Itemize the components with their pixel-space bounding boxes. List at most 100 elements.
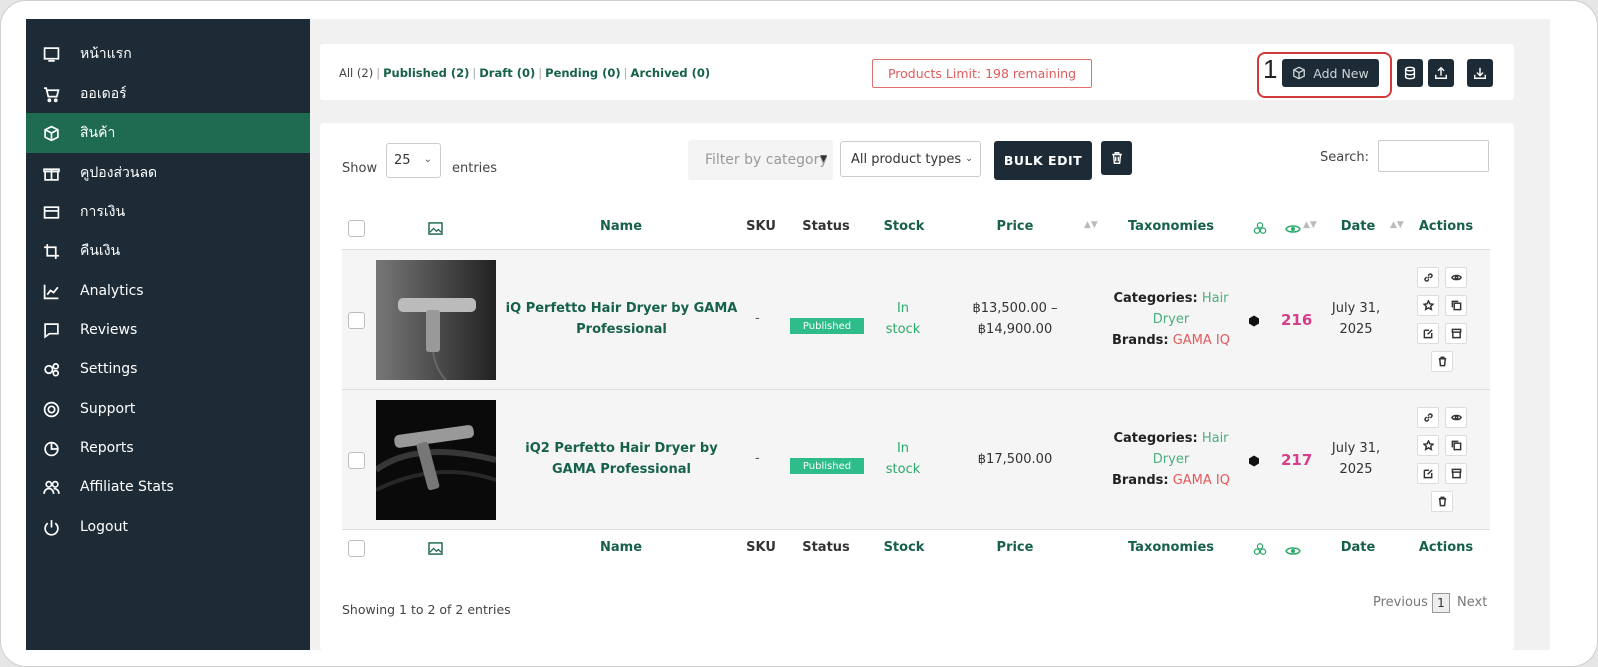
product-thumbnail[interactable] — [376, 400, 496, 520]
row-checkbox[interactable] — [348, 312, 365, 329]
category-filter[interactable]: Filter by category ▼ — [688, 140, 833, 180]
column-date[interactable]: Date — [1341, 219, 1376, 234]
sidebar-item-settings[interactable]: Settings — [26, 349, 310, 389]
row-checkbox[interactable] — [348, 452, 365, 469]
select-all-checkbox[interactable] — [348, 220, 365, 237]
category-link[interactable]: Hair — [1202, 431, 1229, 446]
trash-icon — [1438, 496, 1446, 507]
delete-button[interactable] — [1431, 351, 1453, 372]
edit-button[interactable] — [1417, 463, 1439, 484]
product-name-link[interactable]: iQ2 Perfetto Hair Dryer by GAMA Professi… — [504, 438, 739, 480]
sort-icon[interactable]: ▲▼ — [1390, 220, 1404, 230]
import-button[interactable] — [1467, 59, 1493, 87]
brand-link[interactable]: GAMA IQ — [1173, 473, 1230, 488]
sidebar-item-label: Reviews — [80, 322, 138, 338]
column-stock[interactable]: Stock — [884, 219, 925, 234]
filter-all[interactable]: All (2) — [339, 66, 373, 80]
sidebar-item-reviews[interactable]: Reviews — [26, 310, 310, 350]
column-stock-footer[interactable]: Stock — [884, 540, 925, 555]
sidebar-item-label: คูปองส่วนลด — [80, 165, 158, 181]
divider — [342, 529, 1490, 530]
database-button[interactable] — [1397, 59, 1423, 87]
view-button[interactable] — [1445, 407, 1467, 428]
simple-product-icon — [1249, 315, 1259, 327]
table-row: iQ2 Perfetto Hair Dryer by GAMA Professi… — [342, 389, 1490, 529]
feature-button[interactable] — [1417, 295, 1439, 316]
column-taxonomies[interactable]: Taxonomies — [1128, 219, 1214, 234]
cart-icon — [42, 85, 60, 103]
filter-published[interactable]: Published (2) — [383, 66, 469, 80]
sidebar-item-refunds[interactable]: คืนเงิน — [26, 231, 310, 271]
page-1-button[interactable]: 1 — [1432, 593, 1450, 613]
product-type-select[interactable]: All product types ⌄ — [840, 141, 981, 177]
select-all-checkbox-footer[interactable] — [348, 540, 365, 557]
column-status-footer[interactable]: Status — [802, 540, 850, 555]
previous-page-button[interactable]: Previous — [1373, 595, 1428, 610]
duplicate-button[interactable] — [1445, 295, 1467, 316]
date-value: July 31, 2025 — [1316, 298, 1396, 340]
product-name-link[interactable]: iQ Perfetto Hair Dryer by GAMA Professio… — [504, 298, 739, 340]
sidebar-item-support[interactable]: Support — [26, 389, 310, 429]
category-link[interactable]: Hair — [1202, 291, 1229, 306]
search-input[interactable] — [1378, 140, 1489, 172]
sort-icon[interactable]: ▲▼ — [1084, 220, 1098, 230]
view-button[interactable] — [1445, 267, 1467, 288]
bulk-delete-button[interactable] — [1101, 141, 1132, 175]
products-panel: Show 25 ⌄ entries Filter by category ▼ A… — [320, 123, 1514, 650]
sidebar-item-label: Affiliate Stats — [80, 479, 174, 495]
show-label: Show — [342, 161, 378, 176]
archive-button[interactable] — [1445, 323, 1467, 344]
sidebar-item-home[interactable]: หน้าแรก — [26, 34, 310, 74]
download-icon — [1474, 67, 1486, 79]
duplicate-button[interactable] — [1445, 435, 1467, 456]
column-date-footer[interactable]: Date — [1341, 540, 1376, 555]
edit-button[interactable] — [1417, 323, 1439, 344]
sidebar-item-analytics[interactable]: Analytics — [26, 271, 310, 311]
sidebar-item-orders[interactable]: ออเดอร์ — [26, 74, 310, 114]
column-taxonomies-footer[interactable]: Taxonomies — [1128, 540, 1214, 555]
column-sku[interactable]: SKU — [746, 219, 776, 234]
box-icon — [42, 124, 60, 142]
export-button[interactable] — [1428, 59, 1454, 87]
sidebar-item-label: Analytics — [80, 283, 144, 299]
chevron-down-icon: ⌄ — [965, 154, 973, 164]
delete-button[interactable] — [1431, 491, 1453, 512]
column-price[interactable]: Price — [997, 219, 1034, 234]
star-icon — [1422, 300, 1434, 311]
feature-button[interactable] — [1417, 435, 1439, 456]
column-price-footer[interactable]: Price — [997, 540, 1034, 555]
archive-button[interactable] — [1445, 463, 1467, 484]
category-link[interactable]: Dryer — [1101, 449, 1241, 470]
taxonomies-cell: Categories: Hair Dryer Brands: GAMA IQ — [1101, 288, 1241, 351]
column-sku-footer[interactable]: SKU — [746, 540, 776, 555]
bulk-edit-button[interactable]: BULK EDIT — [994, 141, 1092, 180]
copy-link-button[interactable] — [1417, 407, 1439, 428]
product-thumbnail[interactable] — [376, 260, 496, 380]
add-new-button[interactable]: Add New — [1282, 59, 1379, 87]
sort-icon[interactable]: ▲▼ — [1303, 220, 1317, 230]
column-name-footer[interactable]: Name — [600, 540, 642, 555]
sidebar-item-products[interactable]: สินค้า — [26, 113, 310, 153]
sidebar-item-logout[interactable]: Logout — [26, 507, 310, 547]
sidebar-item-finance[interactable]: การเงิน — [26, 192, 310, 232]
categories-label: Categories — [1113, 291, 1193, 306]
brand-link[interactable]: GAMA IQ — [1173, 333, 1230, 348]
search-label: Search: — [1320, 150, 1370, 165]
filter-draft[interactable]: Draft (0) — [479, 66, 535, 80]
copy-link-button[interactable] — [1417, 267, 1439, 288]
next-page-button[interactable]: Next — [1457, 595, 1487, 610]
taxonomies-cell: Categories: Hair Dryer Brands: GAMA IQ — [1101, 428, 1241, 491]
sidebar-item-affiliate-stats[interactable]: Affiliate Stats — [26, 467, 310, 507]
products-limit-badge: Products Limit: 198 remaining — [872, 59, 1092, 88]
chevron-down-icon: ⌄ — [423, 154, 432, 165]
sidebar-item-reports[interactable]: Reports — [26, 428, 310, 468]
filter-pending[interactable]: Pending (0) — [545, 66, 621, 80]
sidebar-item-coupons[interactable]: คูปองส่วนลด — [26, 153, 310, 193]
edit-icon — [1423, 469, 1433, 479]
column-status[interactable]: Status — [802, 219, 850, 234]
entries-select[interactable]: 25 ⌄ — [386, 143, 441, 178]
column-name[interactable]: Name — [600, 219, 642, 234]
category-link[interactable]: Dryer — [1101, 309, 1241, 330]
filter-archived[interactable]: Archived (0) — [631, 66, 711, 80]
lifebuoy-icon — [42, 400, 60, 418]
